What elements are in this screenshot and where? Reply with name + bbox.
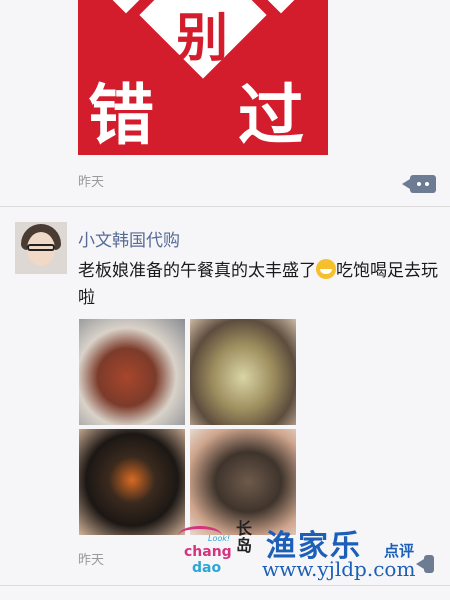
logo-dao-text: dao xyxy=(192,560,222,576)
banner-chevron-left xyxy=(107,0,145,14)
photo-sea-urchin[interactable] xyxy=(79,429,185,535)
post-1: 别 错 过 昨天 xyxy=(0,0,450,205)
logo-vertical-text: 长岛 xyxy=(236,519,253,555)
username-link[interactable]: 小文韩国代购 xyxy=(78,226,180,251)
avatar-glasses xyxy=(27,244,55,251)
comment-icon[interactable] xyxy=(402,175,436,193)
post-1-time: 昨天 xyxy=(78,175,105,190)
post-text: 老板娘准备的午餐真的太丰盛了 吃饱喝足去玩啦 xyxy=(78,258,438,312)
banner-char-top: 别 xyxy=(175,9,228,69)
comment-icon[interactable] xyxy=(416,555,434,573)
post-divider xyxy=(0,585,450,586)
watermark-site: www.yjldp.com xyxy=(262,557,416,581)
logo-look-text: Look! xyxy=(208,534,231,543)
banner-char-left: 错 xyxy=(88,77,154,154)
grinning-face-icon xyxy=(316,259,336,279)
post-text-part-1: 老板娘准备的午餐真的太丰盛了 xyxy=(78,261,316,281)
promo-banner-image[interactable]: 别 错 过 xyxy=(78,0,328,155)
logo-chang-text: chang xyxy=(184,544,232,560)
banner-char-right: 过 xyxy=(238,77,304,154)
banner-chevron-right xyxy=(262,0,300,14)
photo-abalone[interactable] xyxy=(190,319,296,425)
post-2-time: 昨天 xyxy=(78,553,105,568)
changdao-logo: Look! chang dao 长岛 xyxy=(178,520,258,582)
photo-lobster[interactable] xyxy=(79,319,185,425)
avatar[interactable] xyxy=(15,222,67,274)
post-divider xyxy=(0,206,450,207)
